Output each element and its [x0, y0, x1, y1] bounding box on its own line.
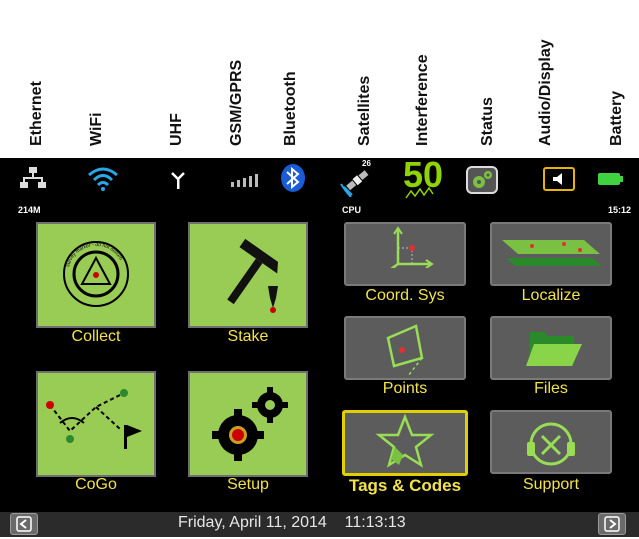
setup-button[interactable] [188, 371, 308, 477]
memory-readout: 214M [18, 205, 41, 215]
files-button[interactable] [490, 316, 612, 380]
cogo-label: CoGo [75, 476, 117, 493]
setup-label: Setup [227, 476, 269, 493]
uhf-antenna-icon[interactable] [170, 170, 186, 190]
support-headset-icon [527, 422, 575, 466]
label-ethernet: Ethernet [28, 81, 45, 146]
coord-sys-label: Coord. Sys [365, 287, 445, 304]
annotation-header: Ethernet WiFi UHF GSM/GPRS Bluetooth Sat… [0, 0, 639, 158]
tags-codes-button[interactable] [342, 410, 468, 476]
cogo-button[interactable] [36, 371, 156, 477]
localize-button[interactable] [490, 222, 612, 286]
folder-icon [526, 332, 582, 366]
battery-icon[interactable] [598, 172, 624, 186]
date-time: Friday, April 11, 2014 11:13:13 [178, 514, 406, 531]
files-label: Files [534, 380, 568, 397]
hammer-icon [227, 238, 279, 313]
localize-label: Localize [521, 287, 581, 304]
ethernet-icon[interactable] [20, 166, 46, 190]
label-uhf: UHF [168, 113, 185, 146]
chevron-right-icon [604, 516, 620, 532]
coordinate-axes-icon [383, 226, 434, 276]
label-wifi: WiFi [88, 112, 105, 146]
next-page-button[interactable] [598, 513, 626, 535]
bluetooth-icon[interactable] [280, 163, 306, 193]
status-gears-icon[interactable] [466, 166, 498, 194]
collect-button[interactable]: survey marker - do not disturb [36, 222, 156, 328]
label-audio-display: Audio/Display [537, 39, 554, 146]
previous-page-button[interactable] [10, 513, 38, 535]
clock-readout: 15:12 [608, 205, 632, 215]
speaker-icon[interactable] [543, 167, 575, 191]
survey-marker-icon: survey marker - do not disturb [63, 241, 129, 307]
stake-label: Stake [227, 328, 269, 345]
chevron-left-icon [16, 516, 32, 532]
gsm-signal-icon[interactable] [230, 172, 262, 188]
label-satellites: Satellites [356, 75, 373, 146]
satellites-count: 26 [362, 159, 371, 168]
cogo-icon [46, 389, 142, 449]
bottom-bar: Friday, April 11, 2014 11:13:13 [0, 512, 639, 537]
coord-sys-button[interactable] [344, 222, 466, 286]
cpu-label: CPU [342, 205, 362, 215]
star-icon [375, 413, 435, 468]
points-polygon-icon [386, 324, 424, 377]
status-bar: 214M 26 CPU 50 15:12 [0, 154, 639, 220]
tags-codes-label: Tags & Codes [348, 476, 462, 495]
interference-icon[interactable]: 50 [402, 154, 452, 202]
label-bluetooth: Bluetooth [282, 71, 299, 146]
support-label: Support [522, 476, 580, 493]
localize-layers-icon [502, 240, 602, 266]
points-label: Points [382, 380, 428, 397]
label-status: Status [479, 97, 496, 146]
label-battery: Battery [608, 90, 625, 146]
support-button[interactable] [490, 410, 612, 474]
wifi-icon[interactable] [86, 164, 120, 192]
collect-label: Collect [71, 328, 121, 345]
label-gsm: GSM/GPRS [228, 59, 245, 146]
stake-button[interactable] [188, 222, 308, 328]
gears-icon [212, 387, 288, 461]
points-button[interactable] [344, 316, 466, 380]
label-interference: Interference [414, 54, 431, 146]
device-screen: 214M 26 CPU 50 15:12 survey marker - do … [0, 154, 639, 537]
